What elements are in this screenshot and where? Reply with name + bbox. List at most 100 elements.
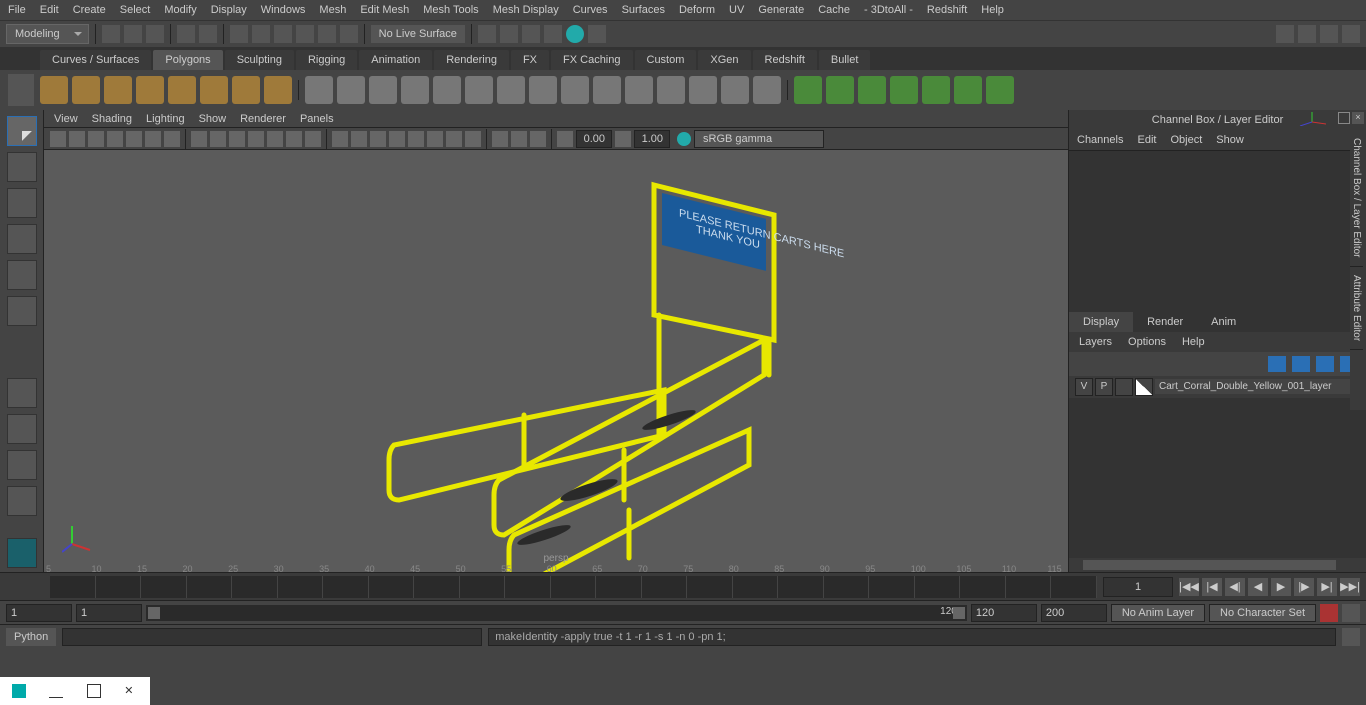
shelf-tab-redshift[interactable]: Redshift	[753, 50, 817, 70]
play-back-icon[interactable]: ◀	[1248, 578, 1268, 596]
shaded-icon[interactable]	[351, 131, 367, 147]
shelf-boolean-icon[interactable]	[922, 76, 950, 104]
shadows-icon[interactable]	[408, 131, 424, 147]
textured-icon[interactable]	[370, 131, 386, 147]
cb-menu-object[interactable]: Object	[1170, 134, 1202, 146]
undo-icon[interactable]	[177, 25, 195, 43]
layout-four-icon[interactable]	[7, 414, 37, 444]
shelf-polytool-icon[interactable]	[657, 76, 685, 104]
shelf-tab-bullet[interactable]: Bullet	[819, 50, 871, 70]
close-window-icon[interactable]: ✕	[124, 684, 138, 698]
shelf-tab-rigging[interactable]: Rigging	[296, 50, 357, 70]
shelf-boolean-icon[interactable]	[954, 76, 982, 104]
shelf-primitive-icon[interactable]	[40, 76, 68, 104]
field-chart-icon[interactable]	[267, 131, 283, 147]
shelf-tab-rendering[interactable]: Rendering	[434, 50, 509, 70]
shelf-tab-fx-caching[interactable]: FX Caching	[551, 50, 632, 70]
menu-display[interactable]: Display	[211, 4, 247, 16]
move-layer-up-icon[interactable]	[1268, 356, 1286, 372]
gamma-value[interactable]: 1.00	[634, 130, 670, 148]
command-input[interactable]	[62, 628, 482, 646]
layout-persp-icon[interactable]	[7, 486, 37, 516]
shelf-polytool-icon[interactable]	[689, 76, 717, 104]
save-scene-icon[interactable]	[146, 25, 164, 43]
menu-deform[interactable]: Deform	[679, 4, 715, 16]
wireframe-icon[interactable]	[332, 131, 348, 147]
new-scene-icon[interactable]	[102, 25, 120, 43]
shelf-polytool-icon[interactable]	[593, 76, 621, 104]
shelf-primitive-icon[interactable]	[200, 76, 228, 104]
playback-start-field[interactable]: 1	[76, 604, 142, 622]
step-back-key-icon[interactable]: |◀	[1202, 578, 1222, 596]
snap-plane-icon[interactable]	[296, 25, 314, 43]
layout-single-icon[interactable]	[7, 378, 37, 408]
cb-menu-show[interactable]: Show	[1216, 134, 1244, 146]
render-setup-icon[interactable]	[566, 25, 584, 43]
workspace-layout-icon[interactable]	[1342, 25, 1360, 43]
layer-menu-layers[interactable]: Layers	[1079, 336, 1112, 348]
go-to-end-icon[interactable]: ▶▶|	[1340, 578, 1360, 596]
layer-playback-toggle[interactable]: P	[1095, 378, 1113, 396]
layer-menu-help[interactable]: Help	[1182, 336, 1205, 348]
anim-end-field[interactable]: 200	[1041, 604, 1107, 622]
redo-icon[interactable]	[199, 25, 217, 43]
range-track[interactable]: 1 120	[146, 605, 967, 621]
layer-visibility-toggle[interactable]: V	[1075, 378, 1093, 396]
snap-point-icon[interactable]	[274, 25, 292, 43]
menu-mesh-display[interactable]: Mesh Display	[493, 4, 559, 16]
gate-mask-icon[interactable]	[248, 131, 264, 147]
go-to-start-icon[interactable]: |◀◀	[1179, 578, 1199, 596]
panel-menu-panels[interactable]: Panels	[300, 113, 334, 125]
resolution-gate-icon[interactable]	[229, 131, 245, 147]
rotate-tool[interactable]	[7, 260, 37, 290]
shelf-polytool-icon[interactable]	[529, 76, 557, 104]
cb-menu-channels[interactable]: Channels	[1077, 134, 1123, 146]
shelf-tab-xgen[interactable]: XGen	[698, 50, 750, 70]
layer-menu-options[interactable]: Options	[1128, 336, 1166, 348]
undock-icon[interactable]	[1338, 112, 1350, 124]
shelf-primitive-icon[interactable]	[168, 76, 196, 104]
script-language-dropdown[interactable]: Python	[6, 628, 56, 646]
layer-tab-anim[interactable]: Anim	[1197, 312, 1250, 332]
lights-icon[interactable]	[389, 131, 405, 147]
playback-end-field[interactable]: 120	[971, 604, 1037, 622]
auto-key-icon[interactable]	[1320, 604, 1338, 622]
bookmark-icon[interactable]	[107, 131, 123, 147]
menu-select[interactable]: Select	[120, 4, 151, 16]
workspace-selector[interactable]: Modeling	[6, 24, 89, 44]
render-settings-icon[interactable]	[522, 25, 540, 43]
shelf-boolean-icon[interactable]	[794, 76, 822, 104]
layout-outliner-icon[interactable]	[7, 450, 37, 480]
move-tool[interactable]	[7, 224, 37, 254]
layer-color-swatch[interactable]	[1135, 378, 1153, 396]
character-set-dropdown[interactable]: No Character Set	[1209, 604, 1316, 622]
exposure-icon[interactable]	[557, 131, 573, 147]
menu-windows[interactable]: Windows	[261, 4, 306, 16]
step-forward-icon[interactable]: |▶	[1294, 578, 1314, 596]
menu-help[interactable]: Help	[981, 4, 1004, 16]
shelf-tab-fx[interactable]: FX	[511, 50, 549, 70]
shelf-boolean-icon[interactable]	[826, 76, 854, 104]
side-tab-channel-box-layer-editor[interactable]: Channel Box / Layer Editor	[1350, 130, 1363, 267]
minimize-icon[interactable]	[49, 684, 63, 698]
shelf-polytool-icon[interactable]	[433, 76, 461, 104]
scale-tool[interactable]	[7, 296, 37, 326]
toggle-panel-icon[interactable]	[1320, 25, 1338, 43]
cb-menu-edit[interactable]: Edit	[1137, 134, 1156, 146]
shelf-polytool-icon[interactable]	[625, 76, 653, 104]
motion-blur-icon[interactable]	[446, 131, 462, 147]
shelf-primitive-icon[interactable]	[264, 76, 292, 104]
panel-menu-shading[interactable]: Shading	[92, 113, 132, 125]
menu-surfaces[interactable]: Surfaces	[622, 4, 665, 16]
grid-icon[interactable]	[191, 131, 207, 147]
view-transform-dropdown[interactable]: sRGB gamma	[694, 130, 824, 148]
shelf-polytool-icon[interactable]	[721, 76, 749, 104]
shelf-primitive-icon[interactable]	[72, 76, 100, 104]
lasso-tool[interactable]	[7, 152, 37, 182]
move-layer-down-icon[interactable]	[1292, 356, 1310, 372]
image-plane-icon[interactable]	[126, 131, 142, 147]
shelf-tab-custom[interactable]: Custom	[635, 50, 697, 70]
layer-name[interactable]: Cart_Corral_Double_Yellow_001_layer	[1155, 379, 1360, 394]
time-slider[interactable]: 5101520253035404550556065707580859095100…	[0, 572, 1366, 600]
menu--dtoall-[interactable]: - 3DtoAll -	[864, 4, 913, 16]
